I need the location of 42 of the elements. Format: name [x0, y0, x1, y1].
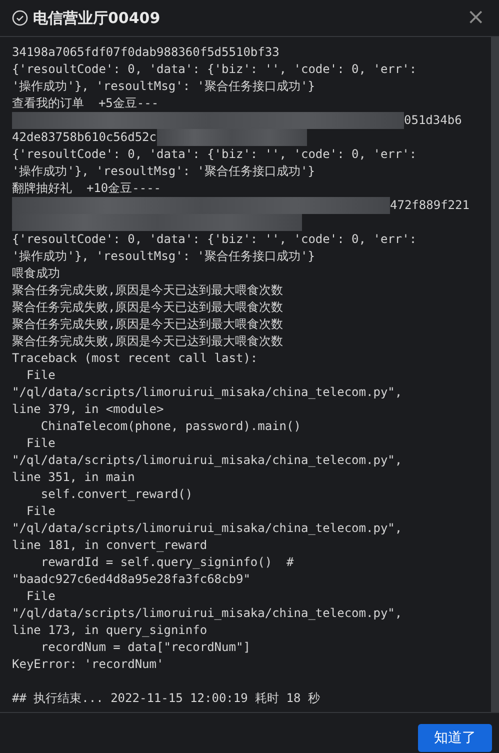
- log-line: {'resoultCode': 0, 'data': {'biz': '', 'code': 0, 'err':: [12, 231, 417, 248]
- close-button[interactable]: ×: [464, 7, 487, 29]
- log-line: 聚合任务完成失败,原因是今天已达到最大喂食次数: [12, 299, 284, 316]
- log-line: 472f889f221: [390, 197, 470, 214]
- log-line: "/ql/data/scripts/limoruirui_misaka/china_telecom.py",: [12, 605, 402, 622]
- log-line: line 351, in main: [12, 469, 135, 486]
- log-line: 聚合任务完成失败,原因是今天已达到最大喂食次数: [12, 333, 284, 350]
- log-line: "/ql/data/scripts/limoruirui_misaka/china_telecom.py",: [12, 520, 402, 537]
- log-line: '操作成功'}, 'resoultMsg': '聚合任务接口成功'}: [12, 163, 315, 180]
- log-line: 聚合任务完成失败,原因是今天已达到最大喂食次数: [12, 282, 284, 299]
- log-line: {'resoultCode': 0, 'data': {'biz': '', 'code': 0, 'err':: [12, 146, 417, 163]
- log-line: "/ql/data/scripts/limoruirui_misaka/china_telecom.py",: [12, 452, 402, 469]
- log-line: line 379, in <module>: [12, 401, 164, 418]
- log-line: File: [25, 503, 56, 520]
- ok-button[interactable]: 知道了: [418, 724, 492, 752]
- scrollbar[interactable]: [491, 37, 499, 712]
- log-line: '操作成功'}, 'resoultMsg': '聚合任务接口成功'}: [12, 248, 315, 265]
- dialog-title: 电信营业厅00409: [33, 8, 160, 28]
- log-line: '操作成功'}, 'resoultMsg': '聚合任务接口成功'}: [12, 78, 315, 95]
- log-line: File: [25, 588, 56, 605]
- log-line: 42de83758b610c56d52c: [12, 129, 156, 146]
- log-line: 051d34b6: [404, 112, 462, 129]
- log-line: recordNum = data["recordNum"]: [40, 639, 250, 656]
- log-line: ChinaTelecom(phone, password).main(): [40, 418, 301, 435]
- log-line: KeyError: 'recordNum': [12, 656, 164, 673]
- log-line: line 173, in query_signinfo: [12, 622, 208, 639]
- log-line: {'resoultCode': 0, 'data': {'biz': '', 'code': 0, 'err':: [12, 61, 417, 78]
- log-line: 34198a7065fdf07f0dab988360f5d5510bf33: [12, 44, 280, 61]
- log-line: 聚合任务完成失败,原因是今天已达到最大喂食次数: [12, 316, 284, 333]
- log-line: File: [25, 435, 56, 452]
- log-line: self.convert_reward(): [40, 486, 193, 503]
- log-line: 喂食成功: [12, 265, 60, 282]
- log-line: rewardId = self.query_signinfo() #: [40, 554, 294, 571]
- log-line: "baadc927c6ed4d8a95e28fa3fc68cb9": [12, 571, 250, 588]
- log-line: 查看我的订单 +5金豆---: [12, 95, 159, 112]
- log-line: line 181, in convert_reward: [12, 537, 208, 554]
- log-line: Traceback (most recent call last):: [12, 350, 258, 367]
- log-line: "/ql/data/scripts/limoruirui_misaka/china_telecom.py",: [12, 384, 402, 401]
- log-line: ## 执行结束... 2022-11-15 12:00:19 耗时 18 秒: [12, 690, 320, 707]
- check-circle-icon: [12, 10, 28, 26]
- log-line: File: [25, 367, 56, 384]
- log-line: 翻牌抽好礼 +10金豆----: [12, 180, 162, 197]
